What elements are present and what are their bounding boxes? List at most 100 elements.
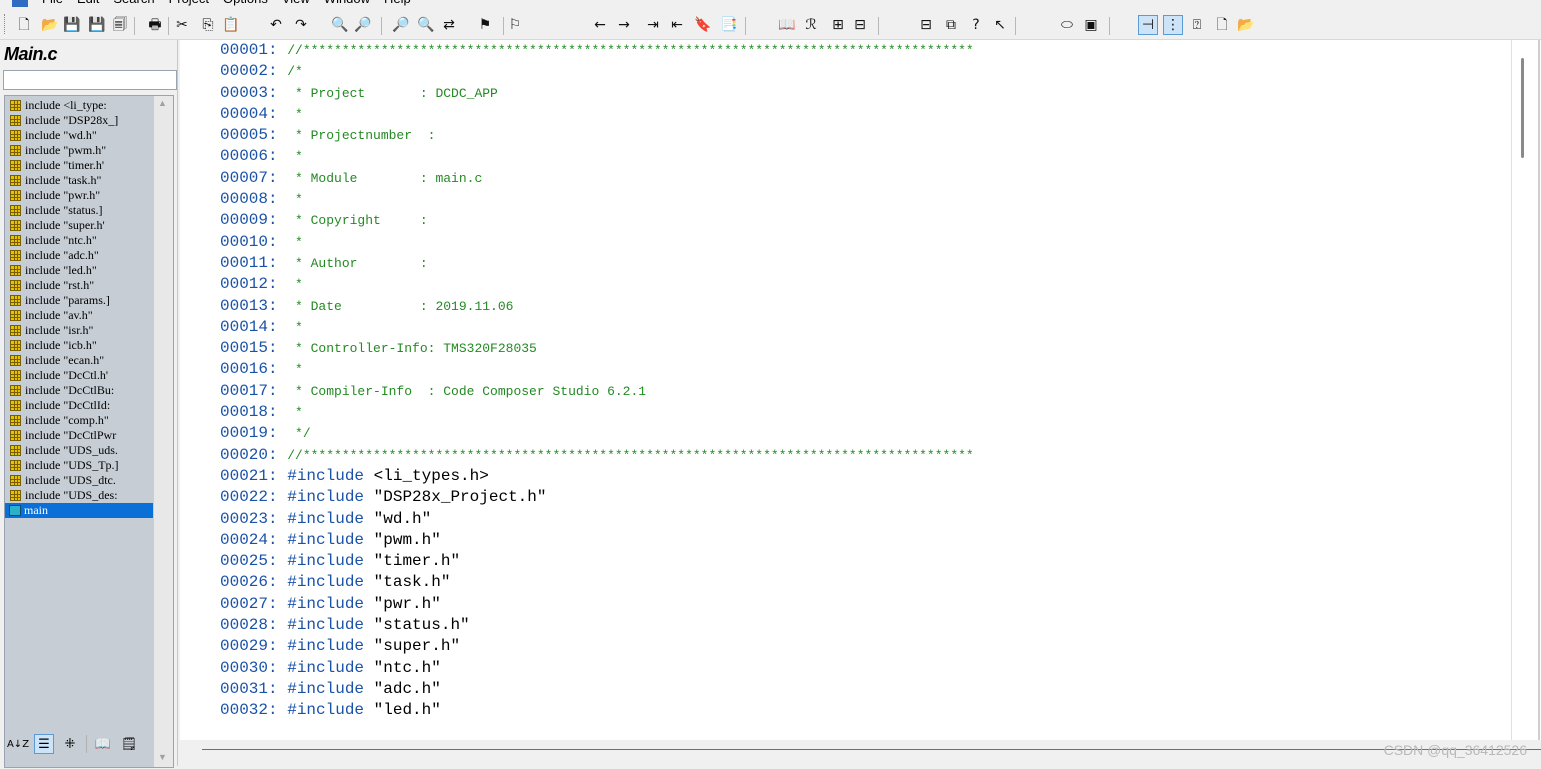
code-line[interactable]: 00003: * Project : DCDC_APP <box>220 83 1500 104</box>
symbol-list[interactable]: ▲ ▼ include <li_type: include "DSP28x_] in… <box>4 95 174 768</box>
context-help-icon[interactable]: ? <box>966 15 986 35</box>
code-line[interactable]: 00011: * Author : <box>220 253 1500 274</box>
new-file-icon[interactable]: 🗋 <box>1212 15 1232 35</box>
vertical-split-icon[interactable]: ⊟ <box>916 15 936 35</box>
code-line[interactable]: 00032: #include "led.h" <box>220 700 1500 721</box>
code-line[interactable]: 00012: * <box>220 274 1500 295</box>
code-line[interactable]: 00023: #include "wd.h" <box>220 509 1500 530</box>
code-line[interactable]: 00029: #include "super.h" <box>220 636 1500 657</box>
editor-vertical-scrollbar[interactable] <box>1511 40 1541 740</box>
code-editor[interactable]: 00001: //*******************************… <box>180 40 1511 740</box>
symbol-list-scrollbar[interactable]: ▲ ▼ <box>154 96 173 767</box>
code-line[interactable]: 00027: #include "pwr.h" <box>220 594 1500 615</box>
symbol-toggle-icon[interactable]: ⬭ <box>1057 15 1077 35</box>
code-line[interactable]: 00024: #include "pwm.h" <box>220 530 1500 551</box>
symbol-item-include[interactable]: include "UDS_dtc. <box>5 473 153 488</box>
code-line[interactable]: 00013: * Date : 2019.11.06 <box>220 296 1500 317</box>
book-icon[interactable]: 📖 <box>93 734 113 754</box>
symbol-item-include[interactable]: include "status.] <box>5 203 153 218</box>
new-file-icon[interactable]: 🗋 <box>14 15 34 35</box>
menu-window[interactable]: Window <box>324 0 370 7</box>
info-icon[interactable]: ⍰ <box>1187 15 1207 35</box>
code-line[interactable]: 00009: * Copyright : <box>220 210 1500 231</box>
sort-alpha-icon[interactable]: A↓Z <box>7 734 29 754</box>
horizontal-scrollbar[interactable] <box>202 749 1541 750</box>
menu-options[interactable]: Options <box>223 0 268 7</box>
open-file-icon[interactable]: 📂 <box>40 15 60 35</box>
symbol-item-include[interactable]: include "DSP28x_] <box>5 113 153 128</box>
symbol-item-include[interactable]: include "led.h" <box>5 263 153 278</box>
symbol-item-include[interactable]: include "rst.h" <box>5 278 153 293</box>
back-icon[interactable]: ← <box>590 15 610 35</box>
code-line[interactable]: 00008: * <box>220 189 1500 210</box>
symbol-window-icon[interactable]: 📑 <box>719 15 739 35</box>
symbol-item-include[interactable]: include "UDS_des: <box>5 488 153 503</box>
copy-icon[interactable]: ⎘ <box>198 15 218 35</box>
properties-icon[interactable]: 🗒 <box>119 734 139 754</box>
symbol-item-include[interactable]: include "DcCtl.h' <box>5 368 153 383</box>
menu-search[interactable]: Search <box>113 0 154 7</box>
code-line[interactable]: 00017: * Compiler-Info : Code Composer S… <box>220 381 1500 402</box>
graph-icon[interactable]: ⋮ <box>1163 15 1183 35</box>
code-line[interactable]: 00019: */ <box>220 423 1500 444</box>
save-as-icon[interactable]: 💾 <box>87 15 107 35</box>
symbol-item-function[interactable]: main <box>5 503 153 518</box>
save-icon[interactable]: 💾 <box>62 15 82 35</box>
horizontal-split-icon[interactable]: ⊟ <box>850 15 870 35</box>
symbol-filter-input[interactable] <box>3 70 177 90</box>
find-in-files-icon[interactable]: 🔍 <box>416 15 436 35</box>
window-layout-icon[interactable]: ⊞ <box>828 15 848 35</box>
symbol-item-include[interactable]: include "ntc.h" <box>5 233 153 248</box>
symbol-item-include[interactable]: include "super.h' <box>5 218 153 233</box>
code-line[interactable]: 00025: #include "timer.h" <box>220 551 1500 572</box>
symbol-item-include[interactable]: include "DcCtlId: <box>5 398 153 413</box>
code-line[interactable]: 00006: * <box>220 146 1500 167</box>
code-line[interactable]: 00004: * <box>220 104 1500 125</box>
code-line[interactable]: 00002: /* <box>220 61 1500 82</box>
relation-icon[interactable]: ℛ <box>801 15 821 35</box>
symbol-item-include[interactable]: include "UDS_Tp.] <box>5 458 153 473</box>
outdent-icon[interactable]: ⇤ <box>667 15 687 35</box>
code-line[interactable]: 00020: //*******************************… <box>220 445 1500 466</box>
find-previous-icon[interactable]: 🔎 <box>391 15 411 35</box>
code-line[interactable]: 00015: * Controller-Info: TMS320F28035 <box>220 338 1500 359</box>
find-icon[interactable]: 🔍 <box>330 15 350 35</box>
code-line[interactable]: 00031: #include "adc.h" <box>220 679 1500 700</box>
undo-icon[interactable]: ↶ <box>266 15 286 35</box>
symbol-item-include[interactable]: include "DcCtlBu: <box>5 383 153 398</box>
tree-icon[interactable]: ⊣ <box>1138 15 1158 35</box>
indent-icon[interactable]: ⇥ <box>643 15 663 35</box>
redo-icon[interactable]: ↷ <box>291 15 311 35</box>
forward-icon[interactable]: → <box>614 15 634 35</box>
symbol-item-include[interactable]: include <li_type: <box>5 98 153 113</box>
code-line[interactable]: 00030: #include "ntc.h" <box>220 658 1500 679</box>
code-line[interactable]: 00021: #include <li_types.h> <box>220 466 1500 487</box>
print-icon[interactable]: 🖶 <box>145 15 165 35</box>
symbol-item-include[interactable]: include "wd.h" <box>5 128 153 143</box>
symbol-item-include[interactable]: include "isr.h" <box>5 323 153 338</box>
symbol-item-include[interactable]: include "ecan.h" <box>5 353 153 368</box>
scroll-up-icon[interactable]: ▲ <box>158 98 167 108</box>
bookmark-next-icon[interactable]: ⚐ <box>505 15 525 35</box>
toolbar-grip[interactable] <box>4 14 8 34</box>
menu-file[interactable]: File <box>42 0 63 7</box>
symbol-item-include[interactable]: include "adc.h" <box>5 248 153 263</box>
symbol-item-include[interactable]: include "icb.h" <box>5 338 153 353</box>
menu-view[interactable]: View <box>282 0 310 7</box>
browse-icon[interactable]: 📖 <box>777 15 797 35</box>
code-line[interactable]: 00022: #include "DSP28x_Project.h" <box>220 487 1500 508</box>
symbol-list-icon[interactable]: ☰ <box>34 734 54 754</box>
code-line[interactable]: 00018: * <box>220 402 1500 423</box>
bookmark-icon[interactable]: ⚑ <box>475 15 495 35</box>
symbol-item-include[interactable]: include "pwr.h" <box>5 188 153 203</box>
code-line[interactable]: 00005: * Projectnumber : <box>220 125 1500 146</box>
lookup-symbol-icon[interactable]: 🔖 <box>693 15 713 35</box>
symbol-item-include[interactable]: include "av.h" <box>5 308 153 323</box>
code-line[interactable]: 00028: #include "status.h" <box>220 615 1500 636</box>
symbol-item-include[interactable]: include "params.] <box>5 293 153 308</box>
symbol-item-include[interactable]: include "task.h" <box>5 173 153 188</box>
paste-icon[interactable]: 📋 <box>221 15 241 35</box>
find-next-icon[interactable]: 🔎 <box>353 15 373 35</box>
save-all-icon[interactable]: 🗐 <box>110 15 130 35</box>
menu-project[interactable]: Project <box>169 0 209 7</box>
